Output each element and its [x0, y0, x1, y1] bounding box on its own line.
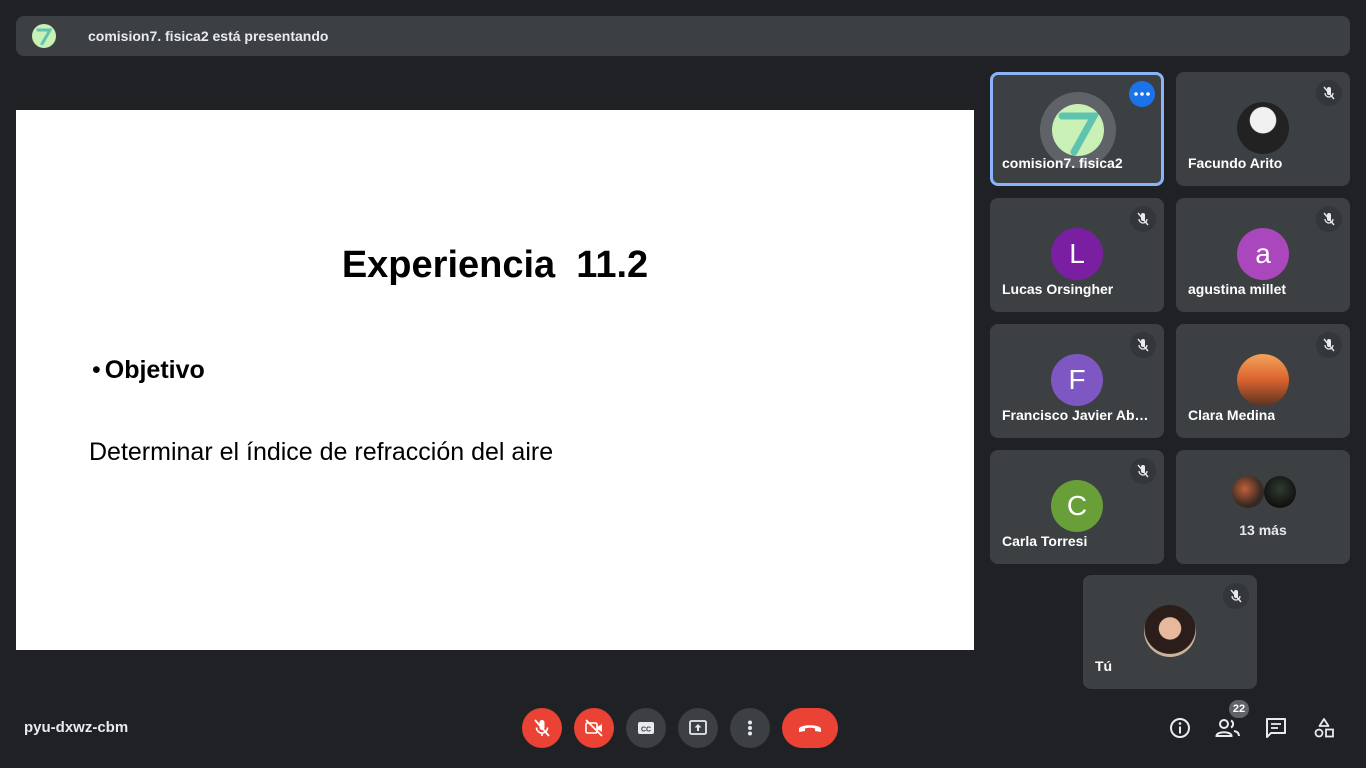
self-photo	[1144, 605, 1196, 657]
participant-initial-avatar: C	[1051, 480, 1103, 532]
participant-tile[interactable]: Facundo Arito	[1176, 72, 1350, 186]
presenter-avatar	[32, 24, 56, 48]
chat-button[interactable]	[1262, 714, 1290, 742]
slide-title: Experiencia 11.2	[341, 244, 649, 286]
participant-initial-avatar: a	[1237, 228, 1289, 280]
more-options-button[interactable]	[1129, 81, 1155, 107]
participant-name: comision7. fisica2	[1002, 155, 1123, 171]
seven-logo-icon	[1058, 112, 1100, 156]
participant-tile[interactable]: a agustina millet	[1176, 198, 1350, 312]
participant-name: Carla Torresi	[1002, 533, 1088, 549]
participant-tile[interactable]: L Lucas Orsingher	[990, 198, 1164, 312]
people-count-badge: 22	[1229, 700, 1249, 718]
participant-initial-avatar: F	[1051, 354, 1103, 406]
meeting-code: pyu-dxwz-cbm	[24, 719, 129, 736]
bullet-heading: Objetivo	[104, 356, 205, 384]
participant-tile[interactable]: C Carla Torresi	[990, 450, 1164, 564]
activities-button[interactable]	[1310, 714, 1338, 742]
captions-button[interactable]: CC	[626, 708, 666, 748]
svg-text:CC: CC	[641, 727, 651, 734]
call-end-icon	[799, 725, 821, 732]
people-button[interactable]	[1214, 714, 1242, 742]
videocam-off-icon	[585, 719, 603, 737]
participant-name: Clara Medina	[1188, 407, 1276, 423]
more-vert-icon	[748, 720, 752, 736]
participant-name: agustina millet	[1188, 281, 1287, 297]
participant-tile[interactable]: Clara Medina	[1176, 324, 1350, 438]
participant-name: Lucas Orsingher	[1002, 281, 1114, 297]
more-options-button[interactable]	[730, 708, 770, 748]
presentation-slide: Experiencia 11.2 • Objetivo Determinar el…	[16, 110, 974, 650]
self-tile[interactable]: Tú	[1083, 575, 1257, 689]
closed-captions-icon: CC	[638, 722, 654, 734]
present-screen-button[interactable]	[678, 708, 718, 748]
participant-tile[interactable]: F Francisco Javier Abr…	[990, 324, 1164, 438]
slide-body-text: Determinar el índice de refracción del a…	[89, 438, 554, 466]
info-icon	[1170, 718, 1190, 738]
participant-photo	[1237, 354, 1289, 406]
bullet-marker: •	[92, 356, 101, 384]
presenting-text: comision7. fisica2 está presentando	[88, 28, 329, 44]
participant-photo	[1264, 476, 1296, 508]
present-to-all-icon	[689, 720, 707, 735]
people-icon	[1215, 719, 1240, 737]
more-participants-label: 13 más	[1239, 522, 1287, 538]
meeting-details-button[interactable]	[1166, 714, 1194, 742]
slide-bullet: • Objetivo	[92, 356, 205, 385]
leave-call-button[interactable]	[782, 708, 838, 748]
more-participants-tile[interactable]: 13 más	[1176, 450, 1350, 564]
participant-photo	[1237, 102, 1289, 154]
mic-off-icon	[1316, 206, 1342, 232]
mic-off-icon	[1316, 80, 1342, 106]
participant-name: Facundo Arito	[1188, 155, 1283, 171]
presenter-logo	[1052, 104, 1104, 156]
participant-name: Tú	[1095, 658, 1113, 674]
participant-photo	[1232, 476, 1264, 508]
participant-name: Francisco Javier Abr…	[1002, 407, 1152, 423]
mic-off-icon	[534, 719, 550, 737]
participant-tile-presenter[interactable]: comision7. fisica2	[990, 72, 1164, 186]
presenting-banner: comision7. fisica2 está presentando	[16, 16, 1350, 56]
participant-initial-avatar: L	[1051, 228, 1103, 280]
mic-off-icon	[1223, 583, 1249, 609]
camera-toggle-button[interactable]	[574, 708, 614, 748]
activities-icon	[1314, 718, 1334, 738]
chat-icon	[1266, 718, 1286, 738]
more-horiz-icon	[1134, 92, 1150, 96]
microphone-toggle-button[interactable]	[522, 708, 562, 748]
mic-off-icon	[1130, 458, 1156, 484]
mic-off-icon	[1130, 206, 1156, 232]
seven-logo-icon	[36, 28, 52, 45]
mic-off-icon	[1316, 332, 1342, 358]
more-participants-avatars	[1232, 476, 1302, 508]
mic-off-icon	[1130, 332, 1156, 358]
